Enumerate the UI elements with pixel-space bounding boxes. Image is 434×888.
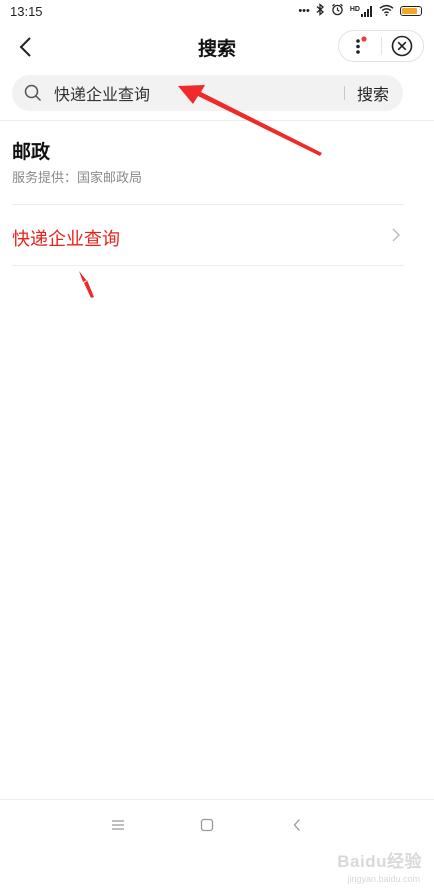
result-provider: 服务提供：国家邮政局: [12, 171, 143, 186]
result-title: 邮政: [12, 141, 51, 163]
annotation-arrow-service: [79, 271, 94, 298]
hd-label: HD: [349, 5, 360, 13]
service-item[interactable]: 快递企业查询: [0, 205, 434, 265]
alarm-icon: [331, 3, 344, 19]
menu-button[interactable]: [108, 815, 128, 835]
nav-bar: 搜索: [0, 26, 434, 68]
service-label: 快递企业查询: [12, 229, 120, 250]
close-circle-icon: [391, 35, 413, 57]
close-button[interactable]: [381, 31, 423, 61]
hd-signal-icon: HD: [349, 5, 373, 17]
wifi-icon: [379, 4, 394, 19]
search-button[interactable]: 搜索: [357, 81, 389, 105]
header-divider: [0, 120, 434, 121]
back-chevron-icon: [293, 819, 300, 831]
battery-icon: [400, 6, 422, 16]
mini-program-capsule: [338, 30, 424, 62]
dots-icon: •••: [298, 5, 310, 17]
battery-fill: [402, 8, 417, 14]
status-bar: 13:15 ••• HD: [0, 0, 434, 26]
bluetooth-icon: [316, 3, 325, 19]
more-button[interactable]: [339, 31, 381, 61]
system-back-button[interactable]: [287, 815, 307, 835]
more-dots-icon: [355, 36, 367, 54]
chevron-right-icon: [392, 228, 401, 242]
system-nav-bar: [0, 800, 434, 850]
search-icon: [24, 84, 42, 102]
status-time: 13:15: [10, 4, 43, 19]
service-divider: [12, 265, 404, 266]
screen: 13:15 ••• HD 搜索 快递企业查询 搜索 邮政 服务提供：国家邮政局 …: [0, 0, 434, 888]
watermark-logo: Baidu经验: [337, 852, 422, 871]
search-bar: 快递企业查询 搜索: [12, 75, 403, 111]
search-separator: [343, 86, 345, 100]
watermark-url: jingyan.baidu.com: [347, 874, 420, 884]
home-button[interactable]: [197, 815, 217, 835]
annotation-arrows: [79, 85, 322, 298]
home-square-icon: [200, 818, 214, 832]
status-icons: ••• HD: [298, 3, 422, 19]
menu-icon: [112, 820, 124, 830]
search-input[interactable]: 快递企业查询: [54, 81, 344, 105]
